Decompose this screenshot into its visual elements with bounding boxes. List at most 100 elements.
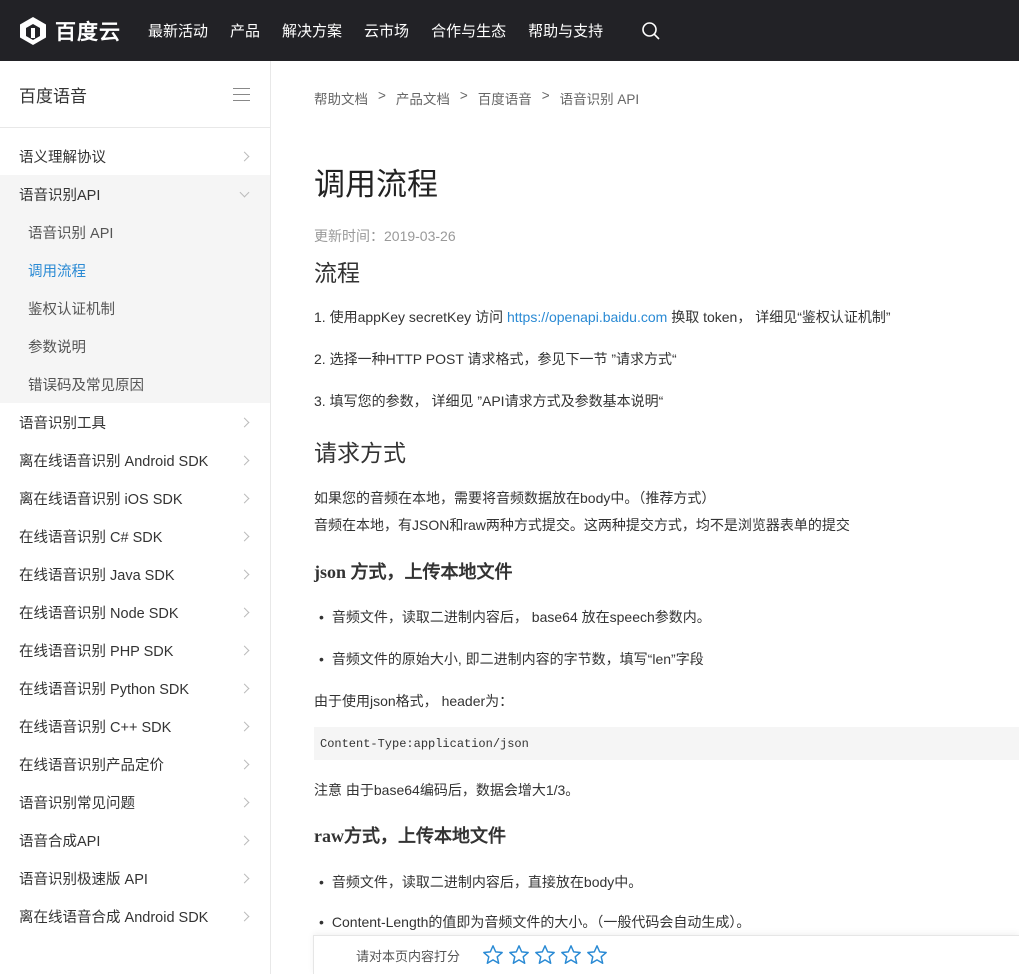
breadcrumb-separator: > xyxy=(378,88,386,103)
chevron-right-icon xyxy=(239,417,250,427)
sidebar-item[interactable]: 语音合成API xyxy=(0,821,270,859)
star-icon[interactable] xyxy=(508,944,530,966)
breadcrumb-item[interactable]: 语音识别 API xyxy=(560,88,640,108)
sidebar-item[interactable]: 离在线语音识别 Android SDK xyxy=(0,441,270,479)
sidebar: 百度语音 语义理解协议 语音识别API 语音识别 API 调用流程 鉴权认证机制… xyxy=(0,61,271,974)
sidebar-item[interactable]: 语义理解协议 xyxy=(0,137,270,175)
logo-text: 百度云 xyxy=(55,20,121,44)
chevron-right-icon xyxy=(239,683,250,693)
nav-item-marketplace[interactable]: 云市场 xyxy=(364,20,409,41)
subsection-title-raw: raw方式，上传本地文件 xyxy=(314,826,506,846)
chevron-right-icon xyxy=(239,759,250,769)
baidu-cloud-logo-icon xyxy=(20,16,46,45)
sidebar-item-label: 离在线语音合成 Android SDK xyxy=(19,909,209,926)
sidebar-item[interactable]: 语音识别工具 xyxy=(0,403,270,441)
list-item: 音频文件，读取二进制内容后， base64 放在speech参数内。 xyxy=(319,607,711,627)
sidebar-item-label: 语音识别常见问题 xyxy=(19,795,135,812)
openapi-link[interactable]: https://openapi.baidu.com xyxy=(507,309,667,325)
list-item: 音频文件的原始大小, 即二进制内容的字节数，填写“len”字段 xyxy=(319,649,704,669)
chevron-right-icon xyxy=(239,531,250,541)
sidebar-subitem[interactable]: 错误码及常见原因 xyxy=(0,365,270,403)
nav-item-help[interactable]: 帮助与支持 xyxy=(528,20,603,41)
star-icon[interactable] xyxy=(534,944,556,966)
sidebar-list: 语义理解协议 语音识别API 语音识别 API 调用流程 鉴权认证机制 参数说明… xyxy=(0,128,270,935)
json-header-text: 由于使用json格式， header为： xyxy=(314,693,514,709)
sidebar-title: 百度语音 xyxy=(19,86,87,106)
sidebar-item-label: 在线语音识别 Java SDK xyxy=(19,567,175,584)
search-icon[interactable] xyxy=(641,21,661,41)
star-icon[interactable] xyxy=(482,944,504,966)
sidebar-item[interactable]: 语音识别极速版 API xyxy=(0,859,270,897)
sidebar-item-label: 语音识别极速版 API xyxy=(19,871,148,888)
step-2: 2. 选择一种HTTP POST 请求格式，参见下一节 ”请求方式“ xyxy=(314,351,677,367)
star-icon[interactable] xyxy=(586,944,608,966)
sidebar-subitem[interactable]: 语音识别 API xyxy=(0,213,270,251)
step-1: 1. 使用appKey secretKey 访问 https://openapi… xyxy=(314,307,891,327)
breadcrumb: 帮助文档 > 产品文档 > 百度语音 > 语音识别 API xyxy=(314,88,639,108)
sidebar-subitem-active[interactable]: 调用流程 xyxy=(0,251,270,289)
sidebar-item-label: 语音识别工具 xyxy=(19,415,106,432)
chevron-right-icon xyxy=(239,645,250,655)
sidebar-item[interactable]: 在线语音识别 Python SDK xyxy=(0,669,270,707)
chevron-right-icon xyxy=(239,835,250,845)
sidebar-item-label: 语义理解协议 xyxy=(19,149,106,166)
sidebar-subitem[interactable]: 鉴权认证机制 xyxy=(0,289,270,327)
sidebar-item[interactable]: 语音识别常见问题 xyxy=(0,783,270,821)
menu-icon[interactable] xyxy=(233,87,250,101)
sidebar-item[interactable]: 在线语音识别 PHP SDK xyxy=(0,631,270,669)
code-block: Content-Type:application/json xyxy=(314,727,1019,760)
chevron-right-icon xyxy=(239,607,250,617)
sidebar-item[interactable]: 在线语音识别 C++ SDK xyxy=(0,707,270,745)
chevron-right-icon xyxy=(239,873,250,883)
subsection-title-json: json 方式，上传本地文件 xyxy=(314,562,513,582)
star-icon[interactable] xyxy=(560,944,582,966)
rating-label: 请对本页内容打分 xyxy=(356,948,461,964)
breadcrumb-item[interactable]: 百度语音 xyxy=(478,88,532,108)
sidebar-subitem[interactable]: 参数说明 xyxy=(0,327,270,365)
top-navbar: 百度云 最新活动 产品 解决方案 云市场 合作与生态 帮助与支持 xyxy=(0,0,1019,61)
sidebar-item-label: 在线语音识别 C++ SDK xyxy=(19,719,172,736)
sidebar-item[interactable]: 在线语音识别产品定价 xyxy=(0,745,270,783)
nav-item-products[interactable]: 产品 xyxy=(230,20,260,41)
sidebar-item[interactable]: 在线语音识别 Node SDK xyxy=(0,593,270,631)
sidebar-item-label: 语音识别API xyxy=(19,187,101,204)
chevron-right-icon xyxy=(239,151,250,161)
updated-time: 更新时间：2019-03-26 xyxy=(314,228,456,244)
page-title: 调用流程 xyxy=(314,167,438,202)
chevron-right-icon xyxy=(239,911,250,921)
section-title-request: 请求方式 xyxy=(314,440,406,466)
sidebar-item[interactable]: 在线语音识别 C# SDK xyxy=(0,517,270,555)
nav-item-activities[interactable]: 最新活动 xyxy=(148,20,208,41)
chevron-right-icon xyxy=(239,569,250,579)
page-rating-bar: 请对本页内容打分 xyxy=(313,935,1019,974)
nav-item-solutions[interactable]: 解决方案 xyxy=(282,20,342,41)
chevron-right-icon xyxy=(239,455,250,465)
list-item: 音频文件，读取二进制内容后，直接放在body中。 xyxy=(319,872,642,892)
sidebar-item[interactable]: 离在线语音合成 Android SDK xyxy=(0,897,270,935)
sidebar-item-label: 在线语音识别 PHP SDK xyxy=(19,643,174,660)
step-1-text: 1. 使用appKey secretKey 访问 xyxy=(314,309,507,325)
chevron-right-icon xyxy=(239,797,250,807)
nav-item-partners[interactable]: 合作与生态 xyxy=(431,20,506,41)
sidebar-item-label: 在线语音识别 Node SDK xyxy=(19,605,179,622)
sidebar-header: 百度语音 xyxy=(0,61,270,128)
sidebar-item-label: 离在线语音识别 iOS SDK xyxy=(19,491,183,508)
sidebar-item-label: 在线语音识别产品定价 xyxy=(19,757,164,774)
sidebar-item-label: 语音合成API xyxy=(19,833,101,850)
main-nav: 最新活动 产品 解决方案 云市场 合作与生态 帮助与支持 xyxy=(148,20,625,41)
chevron-right-icon xyxy=(239,493,250,503)
breadcrumb-item[interactable]: 帮助文档 xyxy=(314,88,368,108)
request-paragraph-1: 如果您的音频在本地，需要将音频数据放在body中。（推荐方式） xyxy=(314,490,716,506)
step-3: 3. 填写您的参数， 详细见 ”API请求方式及参数基本说明“ xyxy=(314,393,664,409)
sidebar-item-label: 离在线语音识别 Android SDK xyxy=(19,453,209,470)
breadcrumb-item[interactable]: 产品文档 xyxy=(396,88,450,108)
sidebar-item-label: 在线语音识别 Python SDK xyxy=(19,681,190,698)
step-1-text-end: 换取 token， 详细见“鉴权认证机制” xyxy=(667,309,891,325)
sidebar-item[interactable]: 在线语音识别 Java SDK xyxy=(0,555,270,593)
chevron-right-icon xyxy=(239,721,250,731)
sidebar-item-expanded[interactable]: 语音识别API xyxy=(0,175,270,213)
sidebar-item[interactable]: 离在线语音识别 iOS SDK xyxy=(0,479,270,517)
chevron-down-icon xyxy=(239,187,250,197)
baidu-cloud-logo[interactable]: 百度云 xyxy=(18,16,130,46)
note-text: 注意 由于base64编码后，数据会增大1/3。 xyxy=(314,782,580,798)
